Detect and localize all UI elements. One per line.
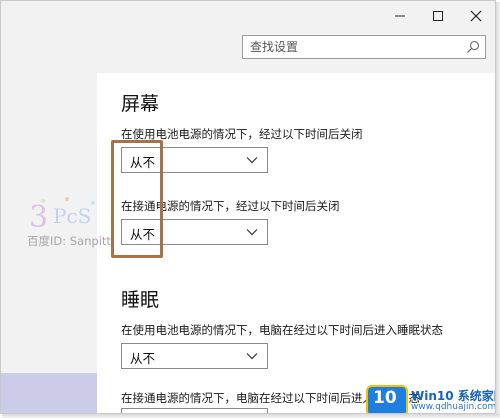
dropdown-value: 从不: [130, 351, 156, 366]
site-logo-text: 10: [373, 388, 397, 408]
title-bar: [1, 1, 495, 73]
chevron-down-icon: [246, 353, 258, 360]
close-button[interactable]: [457, 1, 495, 31]
minimize-button[interactable]: [381, 1, 419, 31]
window-shadow-right: [496, 2, 500, 418]
search-icon[interactable]: [466, 40, 480, 54]
maximize-button[interactable]: [419, 1, 457, 31]
maximize-icon: [433, 11, 443, 21]
sidebar-item-selected[interactable]: [1, 373, 97, 413]
chevron-down-icon: [246, 229, 258, 236]
minimize-icon: [395, 15, 405, 17]
search-box[interactable]: [242, 35, 486, 59]
close-icon: [470, 10, 482, 22]
sleep-battery-dropdown[interactable]: 从不: [121, 343, 268, 369]
screen-heading: 屏幕: [121, 93, 160, 115]
window-shadow-bottom: [2, 414, 500, 418]
svg-text:3: 3: [29, 200, 48, 235]
watermark-text: 百度ID: Sanpitt: [27, 234, 111, 248]
site-url: www.qdhuajin.com: [411, 402, 496, 412]
sleep-heading: 睡眠: [121, 289, 160, 311]
chevron-down-icon: [246, 157, 258, 164]
svg-text:PcS: PcS: [53, 204, 91, 228]
search-input[interactable]: [250, 39, 450, 55]
window-controls: [381, 1, 495, 31]
settings-window: 屏幕 在使用电池电源的情况下，经过以下时间后关闭 从不 在接通电源的情况下，经过…: [0, 0, 496, 414]
sleep-battery-label: 在使用电池电源的情况下，电脑在经过以下时间后进入睡眠状态: [121, 323, 443, 337]
